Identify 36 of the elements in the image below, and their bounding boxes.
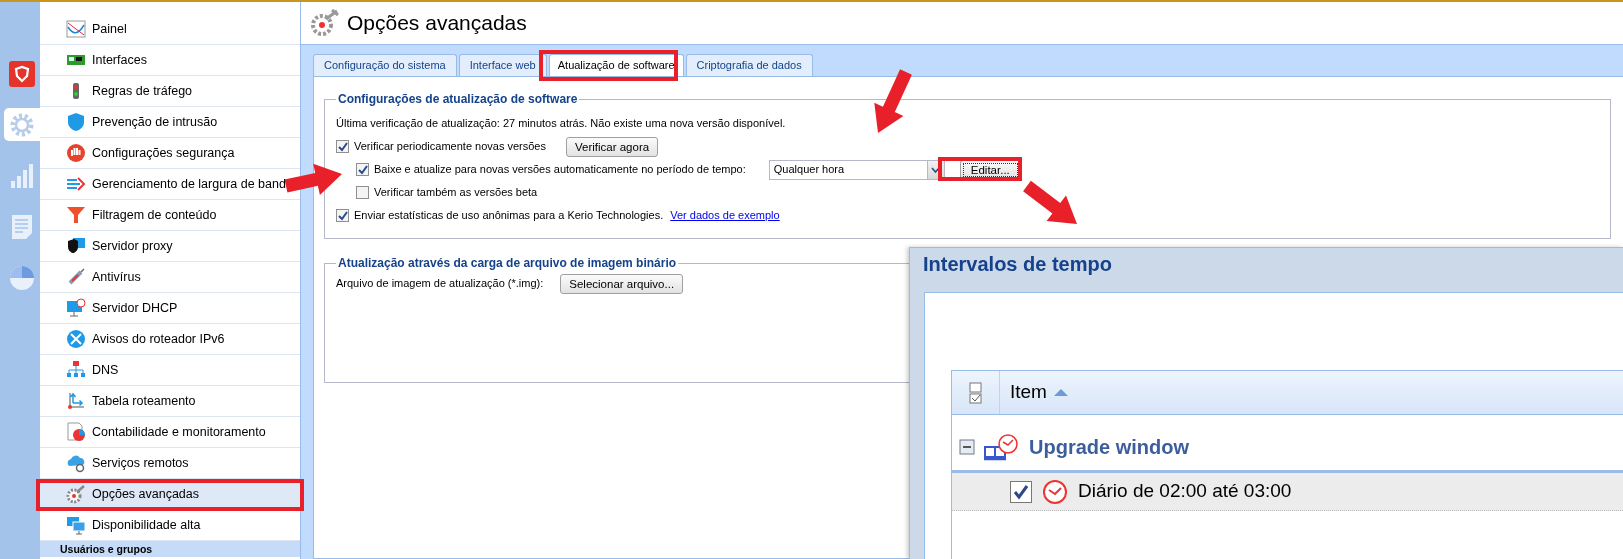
field-label: Arquivo de imagem de atualização (*.img): (336, 276, 544, 292)
sidebar-item[interactable]: Regras de tráfego (40, 76, 300, 107)
link[interactable]: Ver dados de exemplo (670, 207, 780, 224)
section-header: Usuários e grupos (40, 541, 300, 557)
sidebar-item[interactable]: DNS (40, 355, 300, 386)
page-title: Opções avançadas (347, 10, 527, 37)
sidebar-item[interactable]: Tabela roteamento (40, 386, 300, 417)
section-title: Configurações de atualização de software (337, 92, 579, 106)
sidebar-item[interactable]: Prevenção de intrusão (40, 107, 300, 138)
sidebar-item[interactable]: Contabilidade e monitoramento (40, 417, 300, 448)
tab[interactable]: Configuração do sistema (313, 54, 457, 76)
group-label: Upgrade window (1029, 434, 1189, 460)
checkbox-label: Verificar periodicamente novas versões (354, 139, 546, 155)
dropdown[interactable]: Qualquer hora (768, 159, 945, 180)
sidebar-item[interactable]: Servidor proxy (40, 231, 300, 262)
column-header[interactable]: Item (1000, 371, 1069, 414)
tab[interactable]: Criptografia de dados (685, 54, 813, 76)
sidebar-item[interactable]: Configurações segurança (40, 138, 300, 169)
status-text: Última verificação de atualização: 27 minutos atrás. Não existe uma nova versão disponível. (336, 116, 786, 132)
tab[interactable]: Interface web (458, 54, 547, 76)
sidebar-item[interactable]: Interfaces (40, 45, 300, 76)
dialog-title: Intervalos de tempo (922, 252, 1113, 277)
select-file-button[interactable]: Selecionar arquivo... (560, 273, 684, 294)
checkbox-label: Baixe e atualize para novas versões automaticamente no período de tempo: (374, 162, 746, 178)
grid-row[interactable]: Diário de 02:00 até 03:00 (952, 473, 1623, 511)
sidebar-item[interactable]: Serviços remotos (40, 448, 300, 479)
section-title: Atualização através da carga de arquivo de imagem binário (337, 256, 678, 270)
checkbox-label: Enviar estatísticas de uso anônimas para a Kerio Technologies. (354, 208, 664, 224)
tab[interactable]: Atualização de software (548, 54, 684, 76)
sidebar-item[interactable]: Servidor DHCP (40, 293, 300, 324)
checkbox-label: Verificar também as versões beta (374, 185, 538, 201)
sidebar-item[interactable]: Antivírus (40, 262, 300, 293)
button[interactable]: Verificar agora (566, 136, 659, 157)
sidebar-item[interactable]: Painel (40, 14, 300, 45)
sidebar-item[interactable]: Avisos do roteador IPv6 (40, 324, 300, 355)
sidebar-item[interactable]: Filtragem de conteúdo (40, 200, 300, 231)
